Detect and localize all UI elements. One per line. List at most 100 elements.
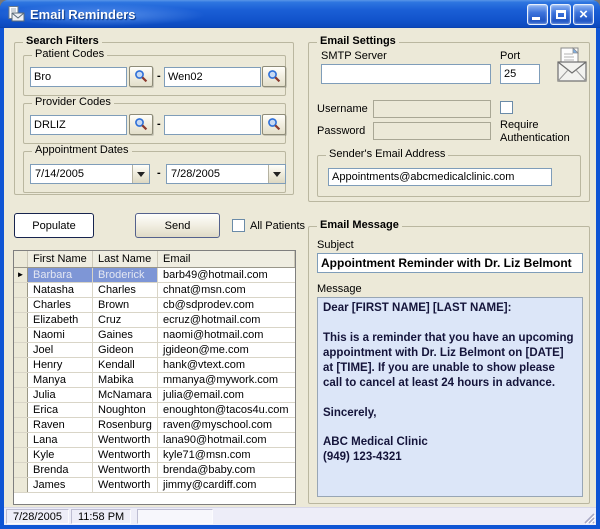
row-selector[interactable]: [14, 463, 28, 477]
cell-first-name[interactable]: Charles: [28, 298, 93, 312]
cell-email[interactable]: hank@vtext.com: [158, 358, 295, 372]
cell-email[interactable]: kyle71@msn.com: [158, 448, 295, 462]
cell-email[interactable]: chnat@msn.com: [158, 283, 295, 297]
port-input[interactable]: [500, 64, 540, 84]
row-selector[interactable]: [14, 283, 28, 297]
provider-code-to-input[interactable]: [164, 115, 261, 135]
cell-last-name[interactable]: Wentworth: [93, 433, 158, 447]
table-row[interactable]: ManyaMabikammanya@mywork.com: [14, 373, 295, 388]
cell-email[interactable]: enoughton@tacos4u.com: [158, 403, 295, 417]
populate-button[interactable]: Populate: [14, 213, 94, 238]
cell-last-name[interactable]: Brown: [93, 298, 158, 312]
cell-first-name[interactable]: Barbara: [28, 268, 93, 282]
minimize-button[interactable]: [527, 4, 548, 25]
cell-last-name[interactable]: Charles: [93, 283, 158, 297]
cell-first-name[interactable]: Elizabeth: [28, 313, 93, 327]
cell-last-name[interactable]: Gaines: [93, 328, 158, 342]
cell-first-name[interactable]: Brenda: [28, 463, 93, 477]
require-authentication-checkbox[interactable]: [500, 101, 513, 114]
resize-grip-icon[interactable]: [581, 510, 596, 525]
cell-last-name[interactable]: Gideon: [93, 343, 158, 357]
provider-code-from-input[interactable]: [30, 115, 127, 135]
column-header-last-name[interactable]: Last Name: [93, 251, 158, 267]
cell-first-name[interactable]: Julia: [28, 388, 93, 402]
table-row[interactable]: EricaNoughtonenoughton@tacos4u.com: [14, 403, 295, 418]
send-button[interactable]: Send: [135, 213, 220, 238]
cell-last-name[interactable]: Cruz: [93, 313, 158, 327]
cell-last-name[interactable]: Wentworth: [93, 448, 158, 462]
cell-last-name[interactable]: Noughton: [93, 403, 158, 417]
cell-last-name[interactable]: Kendall: [93, 358, 158, 372]
row-selector[interactable]: [14, 433, 28, 447]
table-row[interactable]: JamesWentworthjimmy@cardiff.com: [14, 478, 295, 493]
table-row[interactable]: BrendaWentworthbrenda@baby.com: [14, 463, 295, 478]
table-row[interactable]: LanaWentworthlana90@hotmail.com: [14, 433, 295, 448]
provider-code-from-lookup-button[interactable]: [129, 114, 153, 135]
cell-email[interactable]: brenda@baby.com: [158, 463, 295, 477]
cell-first-name[interactable]: Kyle: [28, 448, 93, 462]
smtp-server-input[interactable]: [321, 64, 491, 84]
cell-first-name[interactable]: Naomi: [28, 328, 93, 342]
row-selector[interactable]: [14, 388, 28, 402]
cell-email[interactable]: jgideon@me.com: [158, 343, 295, 357]
row-selector[interactable]: ►: [14, 268, 28, 282]
column-header-email[interactable]: Email: [158, 251, 295, 267]
row-selector[interactable]: [14, 343, 28, 357]
subject-input[interactable]: [317, 253, 583, 273]
password-input[interactable]: [373, 122, 491, 140]
appointment-date-to-dropdown[interactable]: 7/28/2005: [166, 164, 286, 184]
cell-email[interactable]: barb49@hotmail.com: [158, 268, 295, 282]
cell-first-name[interactable]: Manya: [28, 373, 93, 387]
table-row[interactable]: JoelGideonjgideon@me.com: [14, 343, 295, 358]
patient-code-to-lookup-button[interactable]: [262, 66, 286, 87]
row-selector[interactable]: [14, 403, 28, 417]
row-selector[interactable]: [14, 373, 28, 387]
table-row[interactable]: ElizabethCruzecruz@hotmail.com: [14, 313, 295, 328]
table-row[interactable]: NaomiGainesnaomi@hotmail.com: [14, 328, 295, 343]
cell-last-name[interactable]: Mabika: [93, 373, 158, 387]
cell-last-name[interactable]: Wentworth: [93, 463, 158, 477]
table-row[interactable]: JuliaMcNamarajulia@email.com: [14, 388, 295, 403]
close-button[interactable]: ×: [573, 4, 594, 25]
row-selector[interactable]: [14, 313, 28, 327]
appointment-date-from-dropdown[interactable]: 7/14/2005: [30, 164, 150, 184]
all-patients-checkbox[interactable]: [232, 219, 245, 232]
row-selector[interactable]: [14, 298, 28, 312]
cell-last-name[interactable]: Wentworth: [93, 478, 158, 492]
cell-last-name[interactable]: Broderick: [93, 268, 158, 282]
row-selector[interactable]: [14, 478, 28, 492]
cell-first-name[interactable]: Erica: [28, 403, 93, 417]
patient-code-from-lookup-button[interactable]: [129, 66, 153, 87]
cell-first-name[interactable]: Lana: [28, 433, 93, 447]
patient-code-to-input[interactable]: [164, 67, 261, 87]
row-selector[interactable]: [14, 448, 28, 462]
cell-first-name[interactable]: Natasha: [28, 283, 93, 297]
table-row[interactable]: RavenRosenburgraven@myschool.com: [14, 418, 295, 433]
cell-first-name[interactable]: Joel: [28, 343, 93, 357]
row-selector[interactable]: [14, 418, 28, 432]
row-selector[interactable]: [14, 358, 28, 372]
column-header-first-name[interactable]: First Name: [28, 251, 93, 267]
patient-code-from-input[interactable]: [30, 67, 127, 87]
table-row[interactable]: CharlesBrowncb@sdprodev.com: [14, 298, 295, 313]
cell-email[interactable]: mmanya@mywork.com: [158, 373, 295, 387]
row-selector[interactable]: [14, 328, 28, 342]
table-row[interactable]: ►BarbaraBroderickbarb49@hotmail.com: [14, 268, 295, 283]
titlebar[interactable]: Email Reminders ×: [0, 0, 600, 28]
table-row[interactable]: NatashaCharleschnat@msn.com: [14, 283, 295, 298]
cell-last-name[interactable]: Rosenburg: [93, 418, 158, 432]
cell-email[interactable]: raven@myschool.com: [158, 418, 295, 432]
cell-email[interactable]: cb@sdprodev.com: [158, 298, 295, 312]
cell-email[interactable]: julia@email.com: [158, 388, 295, 402]
message-textarea[interactable]: Dear [FIRST NAME] [LAST NAME]: This is a…: [317, 297, 583, 497]
username-input[interactable]: [373, 100, 491, 118]
cell-email[interactable]: lana90@hotmail.com: [158, 433, 295, 447]
cell-email[interactable]: jimmy@cardiff.com: [158, 478, 295, 492]
cell-email[interactable]: ecruz@hotmail.com: [158, 313, 295, 327]
table-row[interactable]: KyleWentworthkyle71@msn.com: [14, 448, 295, 463]
patients-grid[interactable]: First Name Last Name Email ►BarbaraBrode…: [13, 250, 296, 505]
maximize-button[interactable]: [550, 4, 571, 25]
cell-email[interactable]: naomi@hotmail.com: [158, 328, 295, 342]
cell-last-name[interactable]: McNamara: [93, 388, 158, 402]
table-row[interactable]: HenryKendallhank@vtext.com: [14, 358, 295, 373]
